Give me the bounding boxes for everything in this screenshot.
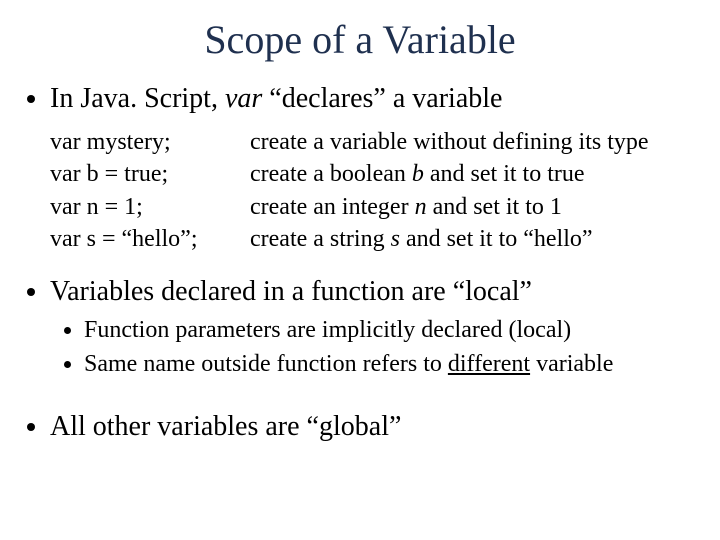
bullet-2-sublist: Function parameters are implicitly decla… [50, 315, 698, 379]
code-4-desc-pre: create a string [250, 226, 391, 252]
code-4: var s = “hello”; [50, 223, 250, 255]
bullet-list: In Java. Script, var “declares” a variab… [22, 81, 698, 116]
code-row-3: var n = 1;create an integer n and set it… [50, 191, 698, 223]
code-4-desc-post: and set it to “hello” [400, 226, 593, 252]
bullet-list-3: All other variables are “global” [22, 409, 698, 444]
code-2-desc: create a boolean b and set it to true [250, 161, 585, 187]
bullet-2-sub2: Same name outside function refers to dif… [84, 349, 698, 379]
bullet-3: All other variables are “global” [50, 409, 698, 444]
bullet-2-sub2-post: variable [530, 351, 613, 377]
code-2-desc-pre: create a boolean [250, 161, 412, 187]
code-block: var mystery;create a variable without de… [50, 126, 698, 256]
code-3-desc-i: n [415, 194, 427, 220]
code-row-2: var b = true;create a boolean b and set … [50, 158, 698, 190]
code-2: var b = true; [50, 158, 250, 190]
spacer [22, 389, 698, 409]
slide: Scope of a Variable In Java. Script, var… [0, 0, 720, 540]
bullet-1-var: var [225, 83, 262, 114]
code-row-1: var mystery;create a variable without de… [50, 126, 698, 158]
bullet-2-sub1: Function parameters are implicitly decla… [84, 315, 698, 345]
code-3: var n = 1; [50, 191, 250, 223]
bullet-list-2: Variables declared in a function are “lo… [22, 274, 698, 379]
code-3-desc-post: and set it to 1 [427, 194, 562, 220]
code-1: var mystery; [50, 126, 250, 158]
code-1-desc: create a variable without defining its t… [250, 129, 649, 155]
code-3-desc-pre: create an integer [250, 194, 415, 220]
bullet-1: In Java. Script, var “declares” a variab… [50, 81, 698, 116]
code-4-desc: create a string s and set it to “hello” [250, 226, 593, 252]
bullet-2-sub2-u: different [448, 351, 530, 377]
bullet-2-sub2-pre: Same name outside function refers to [84, 351, 448, 377]
code-3-desc: create an integer n and set it to 1 [250, 194, 562, 220]
code-2-desc-i: b [412, 161, 424, 187]
code-row-4: var s = “hello”;create a string s and se… [50, 223, 698, 255]
bullet-1-pre: In Java. Script, [50, 83, 225, 114]
bullet-2-text: Variables declared in a function are “lo… [50, 276, 532, 307]
bullet-1-post: “declares” a variable [262, 83, 502, 114]
code-4-desc-i: s [391, 226, 400, 252]
slide-title: Scope of a Variable [22, 16, 698, 63]
bullet-2: Variables declared in a function are “lo… [50, 274, 698, 379]
code-2-desc-post: and set it to true [424, 161, 585, 187]
